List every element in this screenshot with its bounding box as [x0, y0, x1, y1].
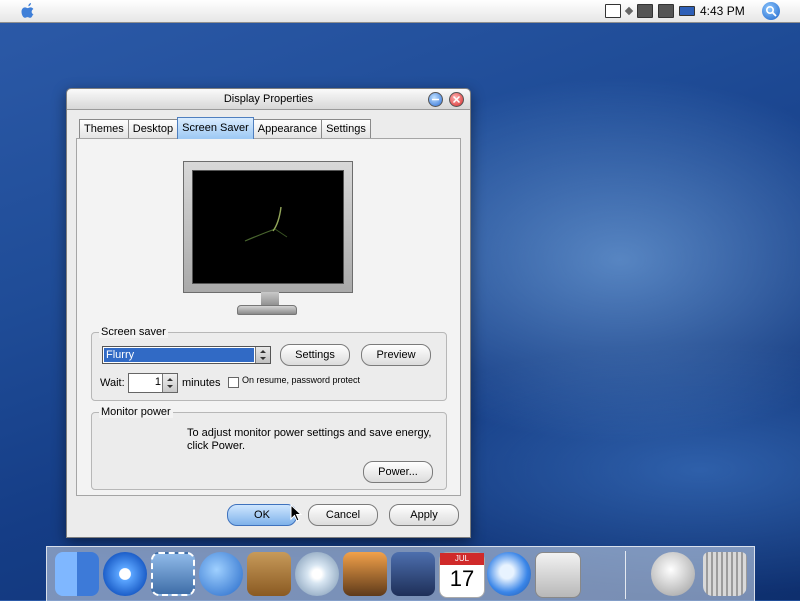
dock: JUL 17: [46, 546, 755, 601]
screen-saver-selected: Flurry: [104, 348, 254, 362]
ical-date: 17: [449, 566, 475, 591]
imovie-icon[interactable]: [391, 552, 435, 596]
ok-button[interactable]: OK: [227, 504, 297, 526]
arrow-icon: [624, 6, 634, 16]
screen-saver-group: Screen saver Flurry Settings Preview Wai…: [91, 326, 447, 401]
finder-icon[interactable]: [55, 552, 99, 596]
tab-desktop[interactable]: Desktop: [127, 119, 179, 139]
wait-label: Wait:: [100, 377, 125, 389]
monitor-base: [237, 305, 297, 315]
help-button[interactable]: [428, 92, 443, 107]
preview-button[interactable]: Preview: [361, 344, 431, 366]
ical-icon[interactable]: JUL 17: [439, 552, 485, 598]
settings-button[interactable]: Settings: [280, 344, 350, 366]
preview-screen: [192, 170, 344, 284]
tab-strip: Themes Desktop Screen Saver Appearance S…: [79, 117, 371, 139]
stepper-arrows-icon[interactable]: [162, 374, 177, 392]
screen-saver-group-label: Screen saver: [99, 326, 168, 338]
tab-appearance[interactable]: Appearance: [252, 119, 323, 139]
tab-settings[interactable]: Settings: [321, 119, 371, 139]
wait-value[interactable]: 1: [155, 376, 161, 388]
battery-icon[interactable]: [679, 6, 695, 16]
minutes-label: minutes: [182, 377, 221, 389]
monitor-power-group: Monitor power To adjust monitor power se…: [91, 406, 447, 490]
wait-stepper[interactable]: 1: [128, 373, 178, 393]
ichat-icon[interactable]: [199, 552, 243, 596]
monitor-power-group-label: Monitor power: [99, 406, 173, 418]
menu-bar: 4:43 PM: [0, 0, 800, 23]
tab-themes[interactable]: Themes: [79, 119, 129, 139]
trash-icon[interactable]: [703, 552, 747, 596]
mail-spring-icon[interactable]: [651, 552, 695, 596]
display-icon[interactable]: [658, 4, 674, 18]
mail-icon[interactable]: [151, 552, 195, 596]
itunes-icon[interactable]: [295, 552, 339, 596]
ical-month: JUL: [440, 553, 484, 565]
keyboard-icon[interactable]: [605, 4, 621, 18]
monitor-preview: [183, 161, 353, 293]
cancel-button[interactable]: Cancel: [308, 504, 378, 526]
close-button[interactable]: [449, 92, 464, 107]
title-bar[interactable]: Display Properties: [67, 89, 470, 110]
monitor-power-description: To adjust monitor power settings and sav…: [187, 427, 432, 452]
password-checkbox[interactable]: [228, 377, 239, 388]
monitor-stand: [261, 292, 279, 306]
select-arrows-icon[interactable]: [255, 347, 270, 363]
menu-extras: [605, 3, 695, 19]
screen-saver-select[interactable]: Flurry: [102, 346, 271, 364]
flurry-preview-icon: [244, 206, 288, 242]
dock-separator: [625, 551, 626, 599]
quicktime-icon[interactable]: [487, 552, 531, 596]
tab-screen-saver[interactable]: Screen Saver: [177, 117, 254, 139]
apply-button[interactable]: Apply: [389, 504, 459, 526]
menu-clock[interactable]: 4:43 PM: [700, 4, 745, 18]
display-properties-window: Display Properties Themes Desktop Screen…: [66, 88, 471, 538]
system-preferences-icon[interactable]: [535, 552, 581, 598]
window-title: Display Properties: [223, 93, 314, 105]
iphoto-icon[interactable]: [343, 552, 387, 596]
password-label[interactable]: On resume, password protect: [242, 375, 360, 385]
address-book-icon[interactable]: [247, 552, 291, 596]
apple-menu-icon[interactable]: [20, 2, 36, 20]
mouse-cursor-icon: [290, 504, 302, 522]
safari-icon[interactable]: [103, 552, 147, 596]
screen-saver-panel: Screen saver Flurry Settings Preview Wai…: [76, 138, 461, 496]
spotlight-icon[interactable]: [762, 2, 780, 20]
volume-icon[interactable]: [637, 4, 653, 18]
power-button[interactable]: Power...: [363, 461, 433, 483]
